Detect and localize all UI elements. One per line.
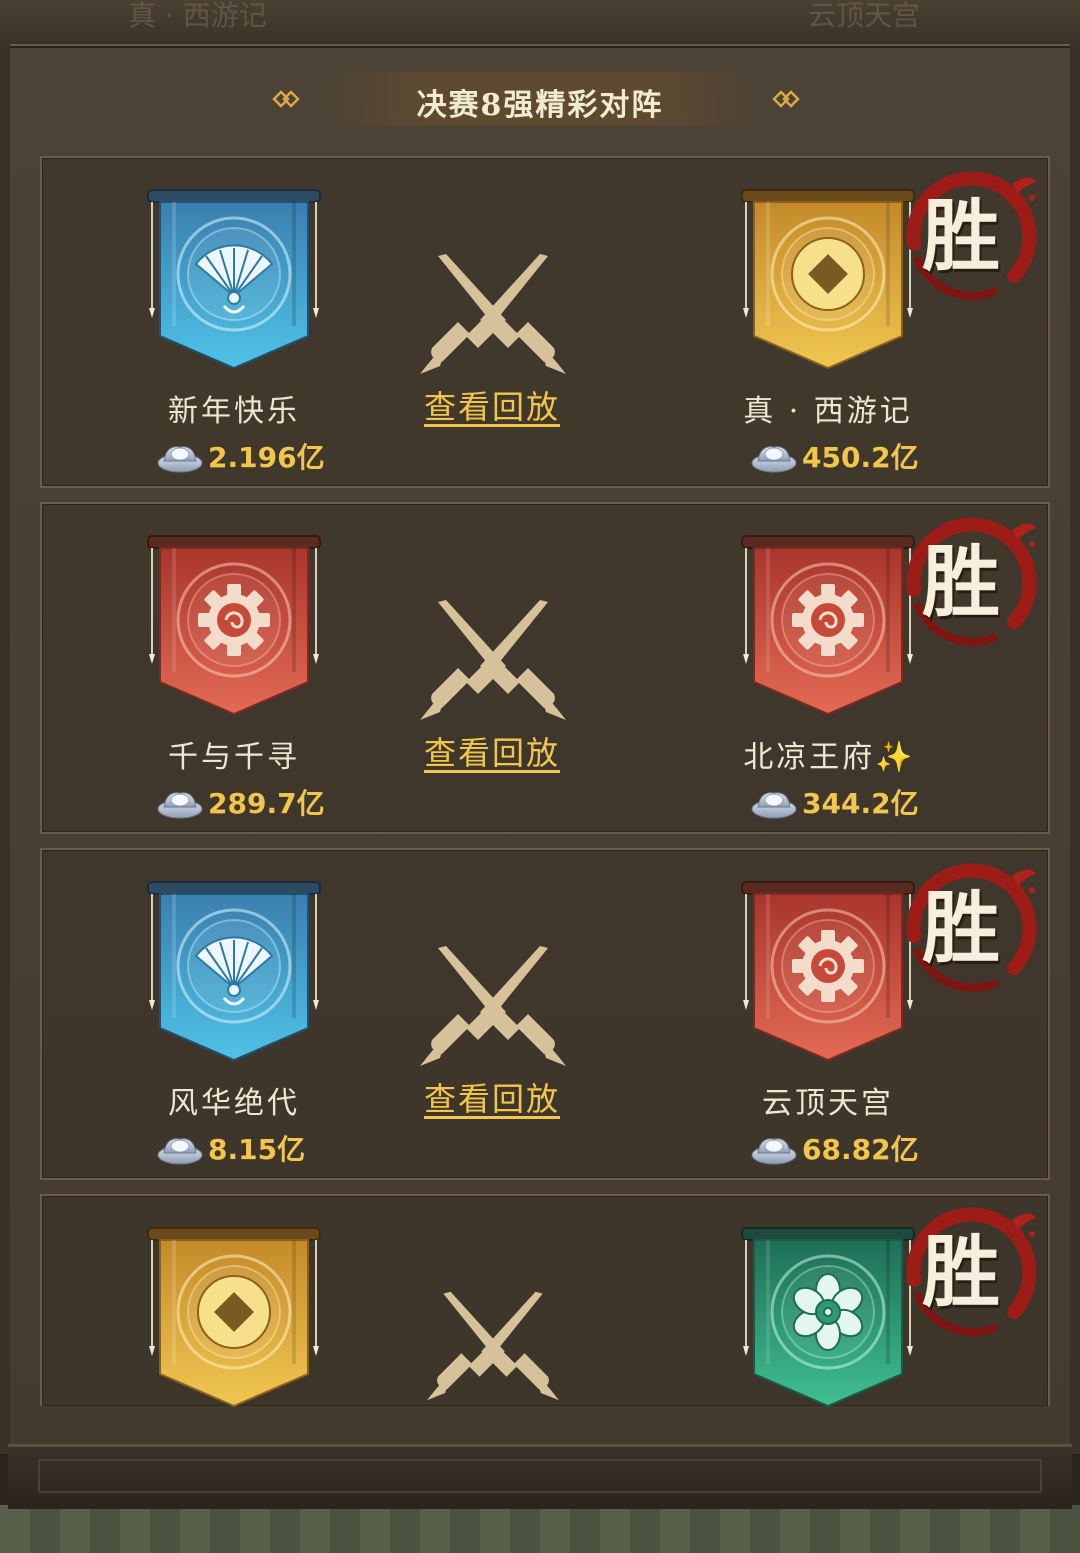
diamond-ornament-icon [272, 90, 300, 108]
win-label: 胜 [922, 883, 1001, 974]
crossed-swords-icon [418, 598, 568, 722]
team-name: 千与千寻 [168, 740, 300, 775]
win-badge: 胜 [894, 1200, 1044, 1340]
coin-value: 68.82亿 [802, 1133, 919, 1166]
sparkle-emoji: ✨ [875, 740, 913, 775]
panel-frame [1070, 44, 1080, 1454]
coin-value: 2.196亿 [208, 441, 325, 474]
coin-value: 450.2亿 [802, 441, 919, 474]
silver-ingot-icon [156, 439, 204, 473]
background-team-name: 真 · 西游记 [128, 0, 267, 32]
win-badge: 胜 [894, 856, 1044, 996]
team-name: 北凉王府✨ [698, 732, 958, 776]
win-label: 胜 [922, 537, 1001, 628]
win-label: 胜 [922, 191, 1001, 282]
team-name: 真 · 西游记 [743, 394, 913, 429]
win-badge: 胜 [894, 164, 1044, 304]
panel-header: 决赛8强精彩对阵 [320, 72, 760, 126]
view-replay-button[interactable]: 查看回放 [412, 1074, 572, 1120]
team-coins: 2.196亿 [156, 436, 325, 476]
team-coins: 289.7亿 [156, 782, 325, 822]
team-banner [738, 1224, 918, 1414]
team-name-text: 北凉王府 [743, 740, 876, 775]
win-badge: 胜 [894, 510, 1044, 650]
team-coins: 450.2亿 [750, 436, 919, 476]
silver-ingot-icon [750, 1131, 798, 1165]
team-banner [144, 186, 324, 376]
diamond-ornament-icon [772, 90, 800, 108]
silver-ingot-icon [750, 785, 798, 819]
view-replay-button[interactable]: 查看回放 [412, 382, 572, 428]
team-banner [144, 1224, 324, 1414]
background-scene: 真 · 西游记 云顶天宫 [0, 0, 1080, 44]
silver-ingot-icon [156, 785, 204, 819]
silver-ingot-icon [750, 439, 798, 473]
team-banner [144, 878, 324, 1068]
panel-bottom-frame [8, 1444, 1072, 1509]
team-banner [144, 532, 324, 722]
team-name: 新年快乐 [168, 394, 300, 429]
view-replay-button[interactable]: 查看回放 [412, 728, 572, 774]
panel-title: 决赛8强精彩对阵 [416, 88, 664, 123]
team-name: 云顶天宫 [762, 1086, 894, 1121]
panel-frame [0, 44, 10, 1454]
team-name: 风华绝代 [168, 1086, 300, 1121]
coin-value: 8.15亿 [208, 1133, 306, 1166]
team-banner [738, 532, 918, 722]
panel-bottom-inset [38, 1459, 1042, 1493]
background-floor [0, 1505, 1080, 1553]
team-coins: 344.2亿 [750, 782, 919, 822]
silver-ingot-icon [156, 1131, 204, 1165]
background-team-name: 云顶天宫 [808, 0, 921, 32]
team-coins: 8.15亿 [156, 1128, 305, 1168]
crossed-swords-icon [418, 252, 568, 376]
team-banner [738, 878, 918, 1068]
team-banner [738, 186, 918, 376]
crossed-swords-icon [418, 944, 568, 1068]
coin-value: 344.2亿 [802, 787, 919, 820]
win-label: 胜 [922, 1227, 1001, 1318]
coin-value: 289.7亿 [208, 787, 325, 820]
team-coins: 68.82亿 [750, 1128, 919, 1168]
crossed-swords-icon [418, 1290, 568, 1402]
